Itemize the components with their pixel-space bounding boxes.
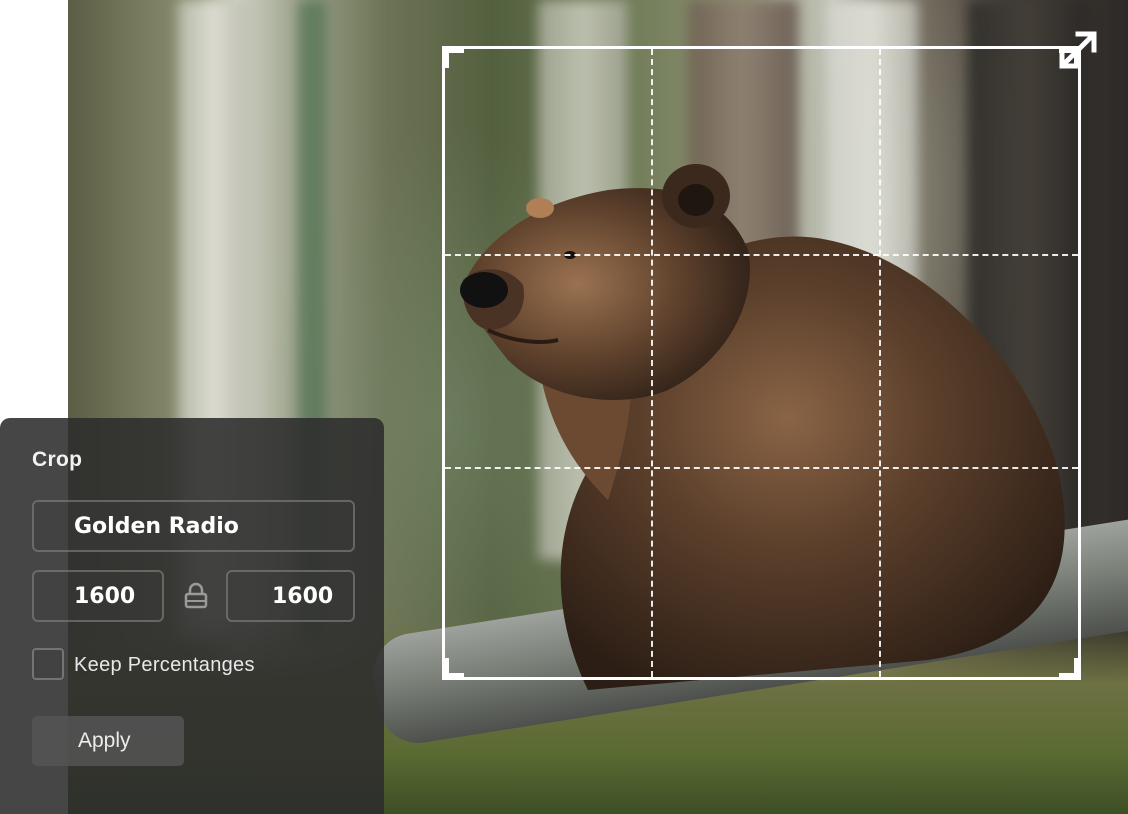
crop-grid-line: [879, 49, 881, 677]
apply-button[interactable]: Apply: [32, 716, 184, 766]
height-input[interactable]: 1600: [226, 570, 355, 622]
crop-corner-handle-bottom-right[interactable]: [1059, 658, 1081, 680]
width-input[interactable]: 1600: [32, 570, 164, 622]
crop-corner-handle-bottom-left[interactable]: [442, 658, 464, 680]
keep-percentages-checkbox[interactable]: [32, 648, 64, 680]
apply-button-label: Apply: [78, 729, 131, 752]
width-value: 1600: [74, 583, 136, 609]
crop-frame[interactable]: [442, 46, 1081, 680]
diagonal-resize-arrow-icon[interactable]: [1052, 24, 1104, 76]
aspect-preset-value: Golden Radio: [74, 513, 239, 539]
keep-percentages-label: Keep Percentanges: [74, 654, 255, 676]
crop-grid-line: [445, 254, 1078, 256]
crop-grid-line: [445, 467, 1078, 469]
crop-corner-handle-top-left[interactable]: [442, 46, 464, 68]
panel-title: Crop: [32, 448, 83, 471]
aspect-preset-select[interactable]: Golden Radio: [32, 500, 355, 552]
lock-icon[interactable]: [183, 582, 209, 610]
crop-grid-line: [651, 49, 653, 677]
height-value: 1600: [272, 583, 334, 609]
crop-panel: Crop Golden Radio 1600 1600 Keep Percent…: [0, 418, 384, 814]
